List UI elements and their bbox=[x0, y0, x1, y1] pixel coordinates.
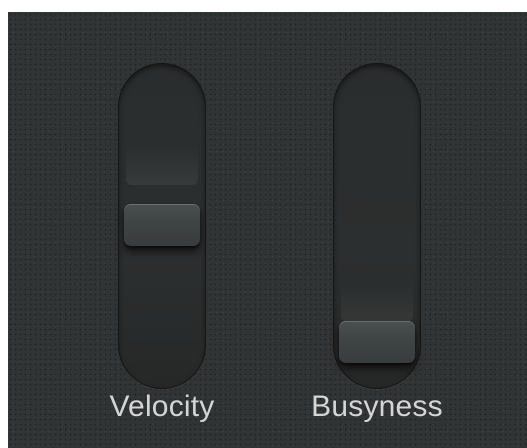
velocity-slider-thumb-highlight bbox=[126, 145, 198, 185]
slider-panel: Velocity Busyness bbox=[8, 12, 527, 448]
busyness-slider-thumb[interactable] bbox=[339, 321, 415, 363]
busyness-slider-track[interactable] bbox=[333, 63, 421, 389]
busyness-label: Busyness bbox=[311, 390, 443, 423]
velocity-slider-thumb[interactable] bbox=[124, 204, 200, 246]
busyness-slider-thumb-highlight bbox=[341, 282, 413, 322]
velocity-slider-track[interactable] bbox=[118, 63, 206, 389]
velocity-label: Velocity bbox=[109, 390, 215, 423]
